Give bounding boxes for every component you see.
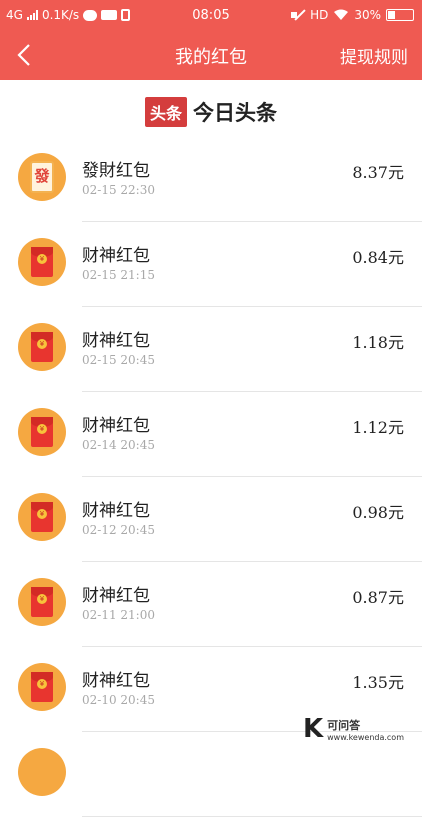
watermark-text: 可问答 www.kewenda.com [327,717,404,742]
status-bar: 4G 0.1K/s 08:05 HD 30% [0,0,422,30]
watermark-name: 可问答 [327,718,361,732]
packet-avatar: ¥ [18,323,66,371]
item-time: 02-12 20:45 [82,523,155,537]
item-time: 02-14 20:45 [82,438,155,452]
hd-label: HD [310,8,329,22]
item-amount: 1.18元 [352,333,404,352]
watermark-logo: K [302,714,324,744]
list-item[interactable]: ¥ 财神红包 02-14 20:45 1.12元 [0,392,422,477]
item-amount: 1.35元 [352,673,404,692]
list-item[interactable]: ¥ 财神红包 02-15 20:45 1.18元 [0,307,422,392]
battery-text: 30% [354,8,381,22]
list-item[interactable]: ¥ 财神红包 02-11 21:00 0.87元 [0,562,422,647]
red-envelope-icon: ¥ [31,502,53,532]
item-amount: 8.37元 [352,163,404,182]
chevron-left-icon [17,44,30,66]
watermark-url: www.kewenda.com [327,732,404,742]
item-name: 财神红包 [82,416,150,436]
item-time: 02-15 22:30 [82,183,155,197]
list-item[interactable]: ¥ 财神红包 02-15 21:15 0.84元 [0,222,422,307]
packet-avatar: 發 [18,153,66,201]
toutiao-logo: 头条 [144,97,187,127]
coin-icon: ¥ [37,339,47,349]
brand-name: 今日头条 [193,101,277,125]
battery-icon [386,9,414,21]
item-amount: 0.84元 [352,248,404,267]
packet-avatar [18,748,66,796]
red-envelope-icon: ¥ [31,672,53,702]
packet-avatar: ¥ [18,578,66,626]
item-time: 02-11 21:00 [82,608,155,622]
coin-icon: ¥ [37,254,47,264]
fa-card-icon: 發 [30,161,54,193]
item-name: 财神红包 [82,246,150,266]
packet-avatar: ¥ [18,238,66,286]
withdraw-rules-link[interactable]: 提现规则 [340,43,408,68]
item-name: 财神红包 [82,501,150,521]
item-time: 02-10 20:45 [82,693,155,707]
list-item[interactable]: 發 發財红包 02-15 22:30 8.37元 [0,137,422,222]
item-time: 02-15 21:15 [82,268,155,282]
back-button[interactable] [12,42,38,68]
list-item-partial[interactable] [0,732,422,817]
item-name: 财神红包 [82,671,150,691]
title-bar: 我的红包 提现规则 [0,30,422,80]
item-name: 财神红包 [82,331,150,351]
coin-icon: ¥ [37,509,47,519]
coin-icon: ¥ [37,594,47,604]
item-amount: 1.12元 [352,418,404,437]
red-envelope-icon: ¥ [31,332,53,362]
coin-icon: ¥ [37,424,47,434]
packet-avatar: ¥ [18,408,66,456]
wifi-icon [334,9,349,20]
status-right: HD 30% [291,8,414,22]
list-item[interactable]: ¥ 财神红包 02-12 20:45 0.98元 [0,477,422,562]
packet-avatar: ¥ [18,493,66,541]
item-amount: 0.87元 [352,588,404,607]
packet-avatar: ¥ [18,663,66,711]
item-amount: 0.98元 [352,503,404,522]
brand-banner: 头条 今日头条 [0,92,422,132]
red-envelope-icon: ¥ [31,417,53,447]
coin-icon: ¥ [37,679,47,689]
item-time: 02-15 20:45 [82,353,155,367]
item-name: 财神红包 [82,586,150,606]
mute-icon [291,9,305,21]
watermark: K 可问答 www.kewenda.com [303,714,404,744]
red-envelope-icon: ¥ [31,587,53,617]
item-name: 發財红包 [82,161,150,181]
red-envelope-icon: ¥ [31,247,53,277]
